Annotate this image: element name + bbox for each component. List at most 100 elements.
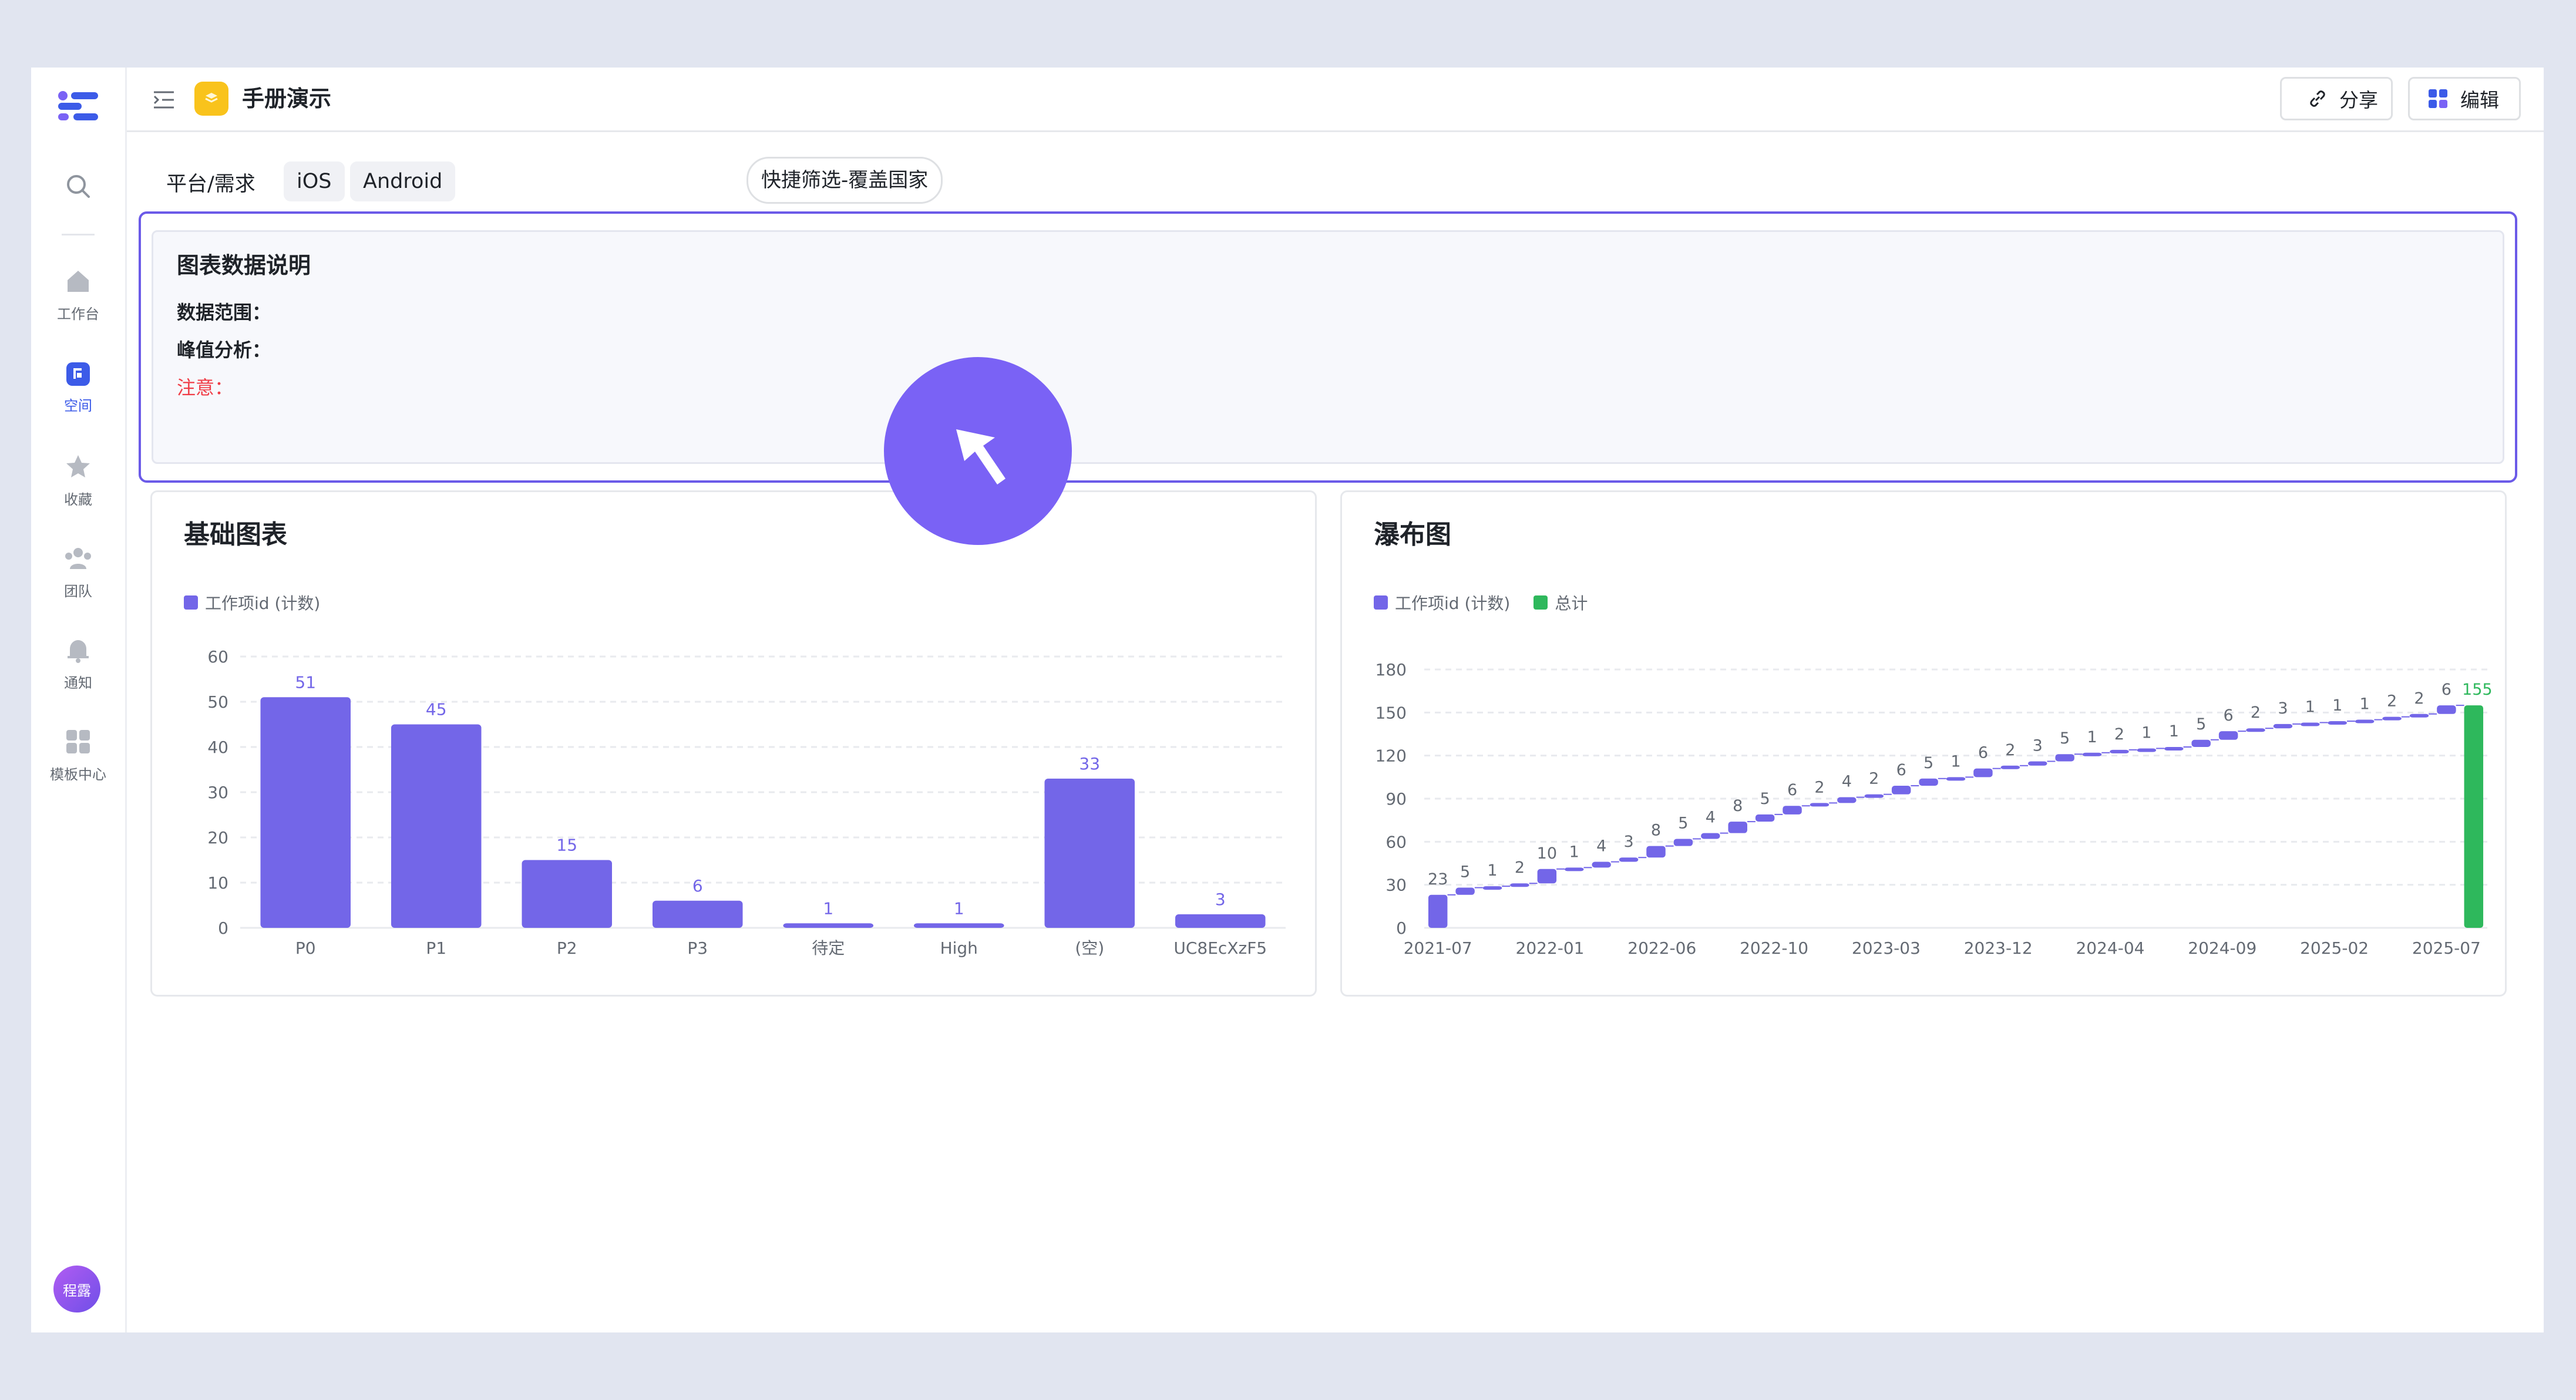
- data-label: 2: [1814, 778, 1824, 796]
- search-button[interactable]: [31, 172, 125, 203]
- data-label: 2: [1515, 859, 1525, 877]
- x-tick-label: 待定: [812, 938, 845, 958]
- data-label: 2: [1869, 770, 1879, 788]
- y-tick-label: 30: [1385, 876, 1407, 895]
- app-logo[interactable]: [31, 90, 125, 125]
- x-tick-label: P2: [557, 938, 577, 958]
- sidebar-item-label: 收藏: [64, 492, 92, 508]
- waterfall-bar: [1592, 861, 1611, 868]
- data-label: 33: [1079, 754, 1100, 773]
- waterfall-bar: [2409, 714, 2429, 718]
- bar: [1044, 778, 1135, 928]
- waterfall-bar: [2137, 748, 2157, 752]
- data-label: 1: [2141, 723, 2151, 742]
- x-tick-label: 2021-07: [1404, 938, 1472, 958]
- sidebar-item-label: 团队: [64, 583, 92, 600]
- data-label: 2: [2114, 725, 2124, 743]
- x-tick-label: 2024-04: [2076, 938, 2144, 958]
- data-label: 6: [2442, 681, 2451, 699]
- waterfall-bar: [2355, 719, 2375, 723]
- waterfall-bar: [2191, 739, 2211, 747]
- filter-chip-android[interactable]: Android: [350, 161, 456, 201]
- info-peak-analysis: 峰值分析：: [177, 339, 271, 361]
- y-tick-label: 90: [1385, 789, 1407, 809]
- data-label: 1: [1487, 861, 1497, 880]
- share-button[interactable]: 分享: [2280, 77, 2393, 120]
- data-label: 3: [2278, 699, 2288, 718]
- waterfall-chart-plot: 030609012015018023 5 1 210 1 4 38 5 48 5 6 2 4 2 6 5 1 6 2…: [1376, 660, 2493, 958]
- waterfall-bar: [1864, 794, 1884, 798]
- x-tick-label: P3: [687, 938, 708, 958]
- x-tick-label: 2023-03: [1852, 938, 1921, 958]
- waterfall-bar: [1673, 839, 1693, 846]
- data-label: 1: [2169, 722, 2179, 741]
- data-label: 5: [1923, 754, 1933, 772]
- sidebar-item-space[interactable]: 空间: [31, 361, 125, 415]
- y-tick-label: 10: [207, 873, 228, 893]
- sidebar-item-team[interactable]: 团队: [31, 544, 125, 600]
- info-card-selection[interactable]: 图表数据说明 数据范围： 峰值分析： 注意：: [139, 211, 2517, 483]
- data-label: 6: [1787, 781, 1797, 799]
- document-icon: [194, 82, 228, 116]
- waterfall-bar: [2246, 728, 2265, 732]
- toggle-sidebar-icon[interactable]: [153, 90, 175, 110]
- y-tick-label: 60: [1385, 832, 1407, 852]
- bar: [1175, 914, 1266, 928]
- waterfall-bar: [2164, 747, 2184, 751]
- edit-button[interactable]: 编辑: [2408, 77, 2521, 120]
- sidebar-item-label: 工作台: [57, 306, 99, 322]
- sidebar-item-workbench[interactable]: 工作台: [31, 267, 125, 323]
- waterfall-bar: [1837, 797, 1857, 803]
- y-tick-label: 40: [207, 738, 228, 757]
- waterfall-bar: [1783, 806, 1802, 815]
- data-label: 4: [1842, 773, 1852, 791]
- sidebar-item-templates[interactable]: 模板中心: [31, 728, 125, 783]
- filter-chip-ios[interactable]: iOS: [284, 161, 345, 201]
- sidebar-item-label: 通知: [64, 675, 92, 691]
- bell-icon: [68, 640, 89, 663]
- info-data-range: 数据范围：: [177, 301, 271, 324]
- waterfall-bar: [2055, 754, 2074, 762]
- waterfall-bar: [2273, 723, 2293, 729]
- x-tick-label: 2025-02: [2300, 938, 2369, 958]
- sidebar-item-notifications[interactable]: 通知: [31, 636, 125, 692]
- data-label: 3: [1623, 833, 1633, 851]
- link-icon: [2310, 90, 2325, 107]
- info-card: 图表数据说明 数据范围： 峰值分析： 注意：: [152, 230, 2504, 464]
- sidebar-divider: [62, 234, 95, 235]
- data-label: 6: [2224, 706, 2234, 725]
- waterfall-bar: [2328, 721, 2347, 725]
- quick-filter-button[interactable]: 快捷筛选-覆盖国家: [746, 157, 943, 204]
- sidebar-item-favorites[interactable]: 收藏: [31, 453, 125, 509]
- data-label: 3: [1215, 890, 1226, 909]
- avatar[interactable]: 程露: [53, 1266, 100, 1312]
- info-card-title: 图表数据说明: [177, 253, 311, 278]
- data-label: 4: [1596, 837, 1606, 856]
- home-icon: [68, 271, 89, 292]
- bar-chart-plot: 0 10 20 30 40 50 60 51 P0 45 P1 15 P2 6 P3 1 待定 1 High 33 (空…: [207, 647, 1286, 958]
- y-tick-label: 120: [1376, 746, 1407, 766]
- data-label: 5: [1460, 863, 1470, 881]
- x-tick-label: 2024-09: [2188, 938, 2256, 958]
- space-icon: [66, 362, 90, 386]
- waterfall-bar: [2437, 705, 2456, 714]
- waterfall-bar: [1973, 768, 1993, 778]
- waterfall-bar: [2082, 752, 2102, 756]
- waterfall-chart-card: 瀑布图 工作项id (计数) 总计 0 30 60 90 120 150 180 23 5 1 2 1…: [1340, 490, 2507, 997]
- x-tick-label: 2022-01: [1516, 938, 1585, 958]
- waterfall-bar: [2218, 731, 2238, 740]
- sidebar: 工作台 空间 收藏 团队 通知 模板中心 程露: [31, 68, 127, 1332]
- waterfall-bar: [1946, 777, 1966, 781]
- waterfall-bar: [1619, 857, 1639, 862]
- data-label: 5: [1678, 814, 1688, 832]
- data-label: 2: [2414, 689, 2424, 708]
- data-label: 4: [1706, 809, 1716, 827]
- waterfall-bar: [1428, 894, 1448, 928]
- app-window: 工作台 空间 收藏 团队 通知 模板中心 程露 手册演示 分享 编辑 平台/需求…: [31, 68, 2544, 1332]
- y-tick-label: 30: [207, 783, 228, 802]
- x-tick-label: High: [940, 938, 978, 958]
- data-label: 45: [426, 700, 447, 719]
- bar: [260, 697, 351, 928]
- y-tick-label: 150: [1376, 703, 1407, 722]
- share-label: 分享: [2339, 89, 2378, 112]
